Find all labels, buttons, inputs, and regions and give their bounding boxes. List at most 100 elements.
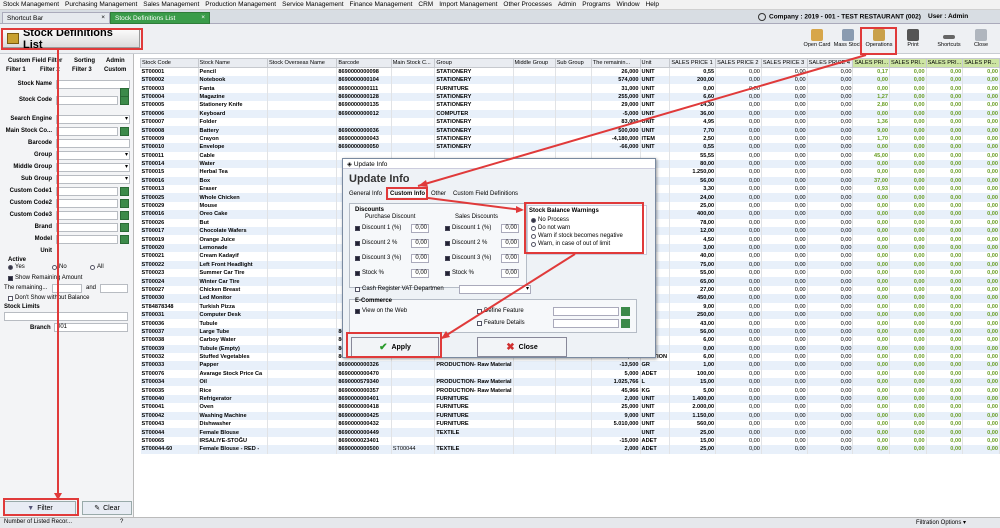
column-header[interactable]: Stock Overseas Name — [266, 58, 338, 68]
clear-button[interactable]: ✎ Clear — [82, 501, 132, 515]
tab-sorting[interactable]: Sorting — [74, 58, 95, 64]
menu-item[interactable]: Stock Management — [0, 1, 62, 8]
branch-select[interactable]: 001 — [54, 323, 128, 332]
tab-stock-definitions[interactable]: Stock Definitions List × — [110, 12, 210, 24]
help-icon[interactable]: ? — [120, 519, 123, 525]
filter-button[interactable]: ▼ Filter — [4, 501, 76, 515]
column-header[interactable]: SALES PRICE 2 — [715, 58, 762, 68]
sub-group-select[interactable] — [56, 175, 130, 184]
table-row[interactable]: ST00002 Notebook 8690000000104 STATIONERY 57… — [140, 76, 1000, 85]
table-row[interactable]: ST00035 Rice 8690000000357 PRODUCTION- Raw … — [140, 386, 1000, 395]
table-row[interactable]: ST00040 Refrigerator 8690000000401 FURNITUR… — [140, 394, 1000, 404]
tab-general-info[interactable]: General Info — [349, 191, 382, 197]
table-row[interactable]: ST00005 Stationery Knife 8690000000135 STAT… — [140, 101, 1000, 110]
tab-custom-info[interactable]: Custom Info — [389, 191, 426, 197]
menu-item[interactable]: Admin — [555, 1, 579, 8]
table-row[interactable]: ST00044-60 Female Blouse - RED - 869000000… — [140, 445, 1000, 454]
column-header[interactable]: SALES PRI... — [889, 58, 927, 68]
search-icon[interactable] — [621, 307, 630, 316]
sales-discount-checkbox[interactable]: Discount 1 (%) — [445, 225, 491, 231]
custom-code1-input[interactable] — [56, 187, 118, 196]
purchase-discount-checkbox[interactable]: Discount 3 (%) — [355, 255, 401, 261]
feature-details-input[interactable] — [553, 319, 619, 328]
column-header[interactable]: SALES PRICE 1 — [669, 58, 717, 68]
table-row[interactable]: ST00007 Folder STATIONERY 83,000 UNIT 4,95 0,0… — [140, 117, 1000, 127]
menu-item[interactable]: Purchasing Management — [62, 1, 140, 8]
print-button[interactable]: Print — [896, 29, 930, 53]
search-icon[interactable] — [120, 96, 129, 105]
custom-code3-input[interactable] — [56, 211, 118, 220]
sales-discount-input[interactable]: 0,00 — [501, 254, 519, 263]
column-header[interactable]: Sub Group — [554, 58, 592, 68]
define-feature-checkbox[interactable]: Define Feature — [477, 308, 524, 314]
model-input[interactable] — [56, 235, 118, 244]
column-header[interactable]: SALES PRI... — [852, 58, 891, 68]
sales-discount-checkbox[interactable]: Discount 3 (%) — [445, 255, 491, 261]
table-row[interactable]: ST00010 Envelope 8690000000050 STATIONERY -6… — [140, 143, 1000, 152]
column-header[interactable]: Barcode — [336, 58, 392, 68]
sales-discount-checkbox[interactable]: Discount 2 % — [445, 240, 487, 246]
column-header[interactable]: SALES PRICE 3 — [760, 58, 808, 68]
column-header[interactable]: Group — [434, 58, 514, 68]
remaining-min-input[interactable] — [52, 284, 82, 293]
menu-item[interactable]: Finance Management — [347, 1, 416, 8]
menu-item[interactable]: Other Processes — [500, 1, 554, 8]
close-icon[interactable]: × — [101, 14, 105, 21]
search-icon[interactable] — [120, 223, 129, 232]
active-all-radio[interactable]: All — [90, 264, 104, 270]
purchase-discount-input[interactable]: 0,00 — [411, 239, 429, 248]
stock-code-input[interactable] — [56, 96, 118, 105]
stock-warning-radio[interactable]: Warn, in case of out of limit — [531, 241, 610, 247]
active-yes-radio[interactable]: Yes — [8, 264, 25, 270]
table-row[interactable]: ST00033 Papper 8690000000326 PRODUCTION- Ra… — [140, 361, 1000, 370]
feature-details-checkbox[interactable]: Feature Details — [477, 320, 525, 326]
table-row[interactable]: ST00001 Pencil 8690000000098 STATIONERY 26,0… — [140, 67, 1000, 76]
sales-discount-input[interactable]: 0,00 — [501, 239, 519, 248]
custom-code2-input[interactable] — [56, 199, 118, 208]
group-select[interactable] — [56, 151, 130, 160]
sales-discount-checkbox[interactable]: Stock % — [445, 270, 474, 276]
mass-stock-button[interactable]: Mass Stock — [831, 29, 865, 53]
menu-item[interactable]: CRM — [415, 1, 436, 8]
menu-item[interactable]: Production Management — [202, 1, 279, 8]
table-row[interactable]: ST00004 Magazine 8690000000128 STATIONERY 25… — [140, 92, 1000, 102]
column-header[interactable]: Stock Name — [197, 58, 268, 68]
table-row[interactable]: ST00065 IRSALIYE-STOĞU 8690000023401 -15,00… — [140, 436, 1000, 446]
search-icon[interactable] — [120, 127, 129, 136]
search-icon[interactable] — [120, 187, 129, 196]
tab-filter-3[interactable]: Filter 3 — [72, 67, 92, 73]
table-row[interactable]: ST00043 Dishwasher 8690000000432 FURNITURE 5… — [140, 420, 1000, 429]
table-row[interactable]: ST00044 Female Blouse 8690000000449 TEXTILE… — [140, 428, 1000, 437]
purchase-discount-checkbox[interactable]: Stock % — [355, 270, 384, 276]
table-row[interactable]: ST00041 Oven 8690000000418 FURNITURE 25,000 U… — [140, 403, 1000, 412]
main-stock-code-input[interactable] — [56, 127, 118, 136]
sales-discount-input[interactable]: 0,00 — [501, 224, 519, 233]
stock-warning-radio[interactable]: Do not warn — [531, 225, 570, 231]
shortcuts-button[interactable]: Shortcuts — [932, 29, 966, 53]
purchase-discount-checkbox[interactable]: Discount 1 (%) — [355, 225, 401, 231]
tab-other[interactable]: Other — [431, 191, 446, 197]
tab-custom[interactable]: Custom — [104, 67, 126, 73]
purchase-discount-input[interactable]: 0,00 — [411, 269, 429, 278]
stock-limits-select[interactable] — [4, 312, 128, 321]
sales-discount-input[interactable]: 0,00 — [501, 269, 519, 278]
table-row[interactable]: ST00008 Battery 8690000000036 STATIONERY 500… — [140, 126, 1000, 135]
active-no-radio[interactable]: No — [52, 264, 67, 270]
show-remaining-checkbox[interactable]: Show Remaining Amount — [8, 275, 82, 281]
close-button[interactable]: ✖ Close — [477, 337, 567, 357]
tab-filter-2[interactable]: Filter 2 — [40, 67, 60, 73]
barcode-input[interactable] — [56, 139, 130, 148]
search-icon[interactable] — [621, 319, 630, 328]
column-header[interactable]: Main Stock C... — [390, 58, 436, 68]
search-icon[interactable] — [120, 199, 129, 208]
table-row[interactable]: ST00006 Keyboard 8690000000012 COMPUTER -5,0… — [140, 109, 1000, 118]
column-header[interactable]: The remainin... — [590, 58, 641, 68]
purchase-discount-checkbox[interactable]: Discount 2 % — [355, 240, 397, 246]
search-icon[interactable] — [120, 211, 129, 220]
remaining-max-input[interactable] — [100, 284, 128, 293]
close-icon[interactable]: × — [201, 14, 205, 21]
table-row[interactable]: ST00009 Crayon 8690000000043 STATIONERY -4,1… — [140, 134, 1000, 144]
tab-shortcut-bar[interactable]: Shortcut Bar × — [2, 12, 110, 24]
stock-warning-radio[interactable]: Warn if stock becomes negative — [531, 233, 623, 239]
view-on-web-checkbox[interactable]: View on the Web — [355, 308, 407, 314]
